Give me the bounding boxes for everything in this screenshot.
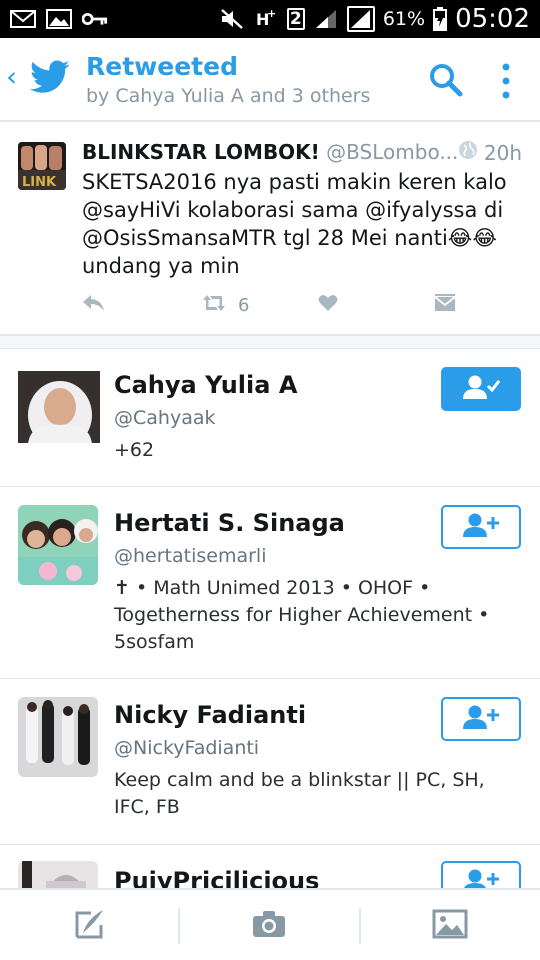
app-header: ‹ Retweeted by Cahya Yulia A and 3 other…: [0, 38, 540, 122]
following-check-icon: [461, 374, 501, 404]
tweet-timestamp: 20h: [483, 140, 522, 165]
bottom-toolbar: [0, 888, 540, 960]
user-bio: +62: [114, 439, 155, 461]
like-icon[interactable]: [318, 294, 338, 312]
page-title: Retweeted: [86, 52, 238, 81]
svg-text:+: +: [267, 8, 276, 20]
reply-icon[interactable]: [82, 294, 106, 312]
key-icon: [82, 8, 108, 30]
follow-button[interactable]: [441, 697, 521, 741]
clock: 05:02: [455, 4, 530, 34]
camera-icon[interactable]: [239, 904, 299, 944]
tweet-author-avatar[interactable]: LINK: [18, 142, 66, 190]
tweet-author-name[interactable]: BLINKSTAR LOMBOK!: [82, 140, 320, 164]
following-button[interactable]: [441, 367, 521, 411]
mail-icon: [10, 8, 36, 30]
status-bar: H + 2 61% 05:02: [0, 0, 540, 38]
add-user-icon: [461, 704, 501, 734]
section-divider: [0, 336, 540, 349]
signal-icon: [346, 6, 375, 32]
add-user-icon: [461, 512, 501, 542]
user-handle: @NickyFadianti: [114, 737, 260, 759]
page-subtitle: by Cahya Yulia A and 3 others: [86, 85, 371, 107]
user-name[interactable]: Cahya Yulia A: [114, 371, 297, 399]
user-name[interactable]: Nicky Fadianti: [114, 701, 306, 729]
list-item[interactable]: Cahya Yulia A @Cahyaak +62: [0, 349, 540, 487]
follow-button[interactable]: [441, 505, 521, 549]
search-icon[interactable]: [426, 60, 466, 104]
avatar[interactable]: [18, 371, 100, 443]
retweet-icon: [200, 294, 228, 317]
network-indicator: 2: [286, 8, 305, 30]
divider: [359, 908, 361, 944]
tweet-author-handle: @BSLombo...: [326, 140, 459, 164]
back-chevron-icon[interactable]: ‹: [6, 60, 17, 93]
mute-icon: [219, 8, 245, 30]
tweet-actions: 6: [82, 294, 462, 324]
user-bio: Keep calm and be a blinkstar || PC, SH, …: [114, 769, 485, 818]
user-name[interactable]: Hertati S. Sinaga: [114, 509, 345, 537]
hplus-icon: H +: [253, 8, 279, 30]
user-handle: @hertatisemarli: [114, 545, 267, 567]
compose-icon[interactable]: [60, 904, 120, 944]
tweet-card[interactable]: LINK BLINKSTAR LOMBOK! @BSLombo... 20h S…: [0, 124, 540, 336]
twitter-logo-icon[interactable]: [30, 60, 70, 98]
avatar[interactable]: [18, 505, 98, 585]
more-options-icon[interactable]: [500, 62, 512, 106]
list-item[interactable]: Hertati S. Sinaga @hertatisemarli ✝ • Ma…: [0, 487, 540, 679]
retweet-button[interactable]: 6: [200, 294, 249, 317]
svg-text:LINK: LINK: [22, 175, 57, 190]
image-icon[interactable]: [420, 904, 480, 944]
signal-icon: [313, 8, 339, 30]
battery-icon: [433, 7, 448, 31]
list-item[interactable]: Nicky Fadianti @NickyFadianti Keep calm …: [0, 679, 540, 845]
divider: [178, 908, 180, 944]
gallery-icon: [46, 8, 72, 30]
user-handle: @Cahyaak: [114, 407, 216, 429]
retweet-count: 6: [238, 295, 250, 316]
globe-icon: [458, 140, 478, 165]
user-bio: ✝ • Math Unimed 2013 • OHOF • Togetherne…: [114, 577, 490, 653]
direct-message-icon[interactable]: [434, 294, 456, 312]
tweet-text: SKETSA2016 nya pasti makin keren kalo @s…: [82, 170, 507, 278]
battery-percent: 61%: [382, 8, 426, 30]
avatar[interactable]: [18, 697, 98, 777]
